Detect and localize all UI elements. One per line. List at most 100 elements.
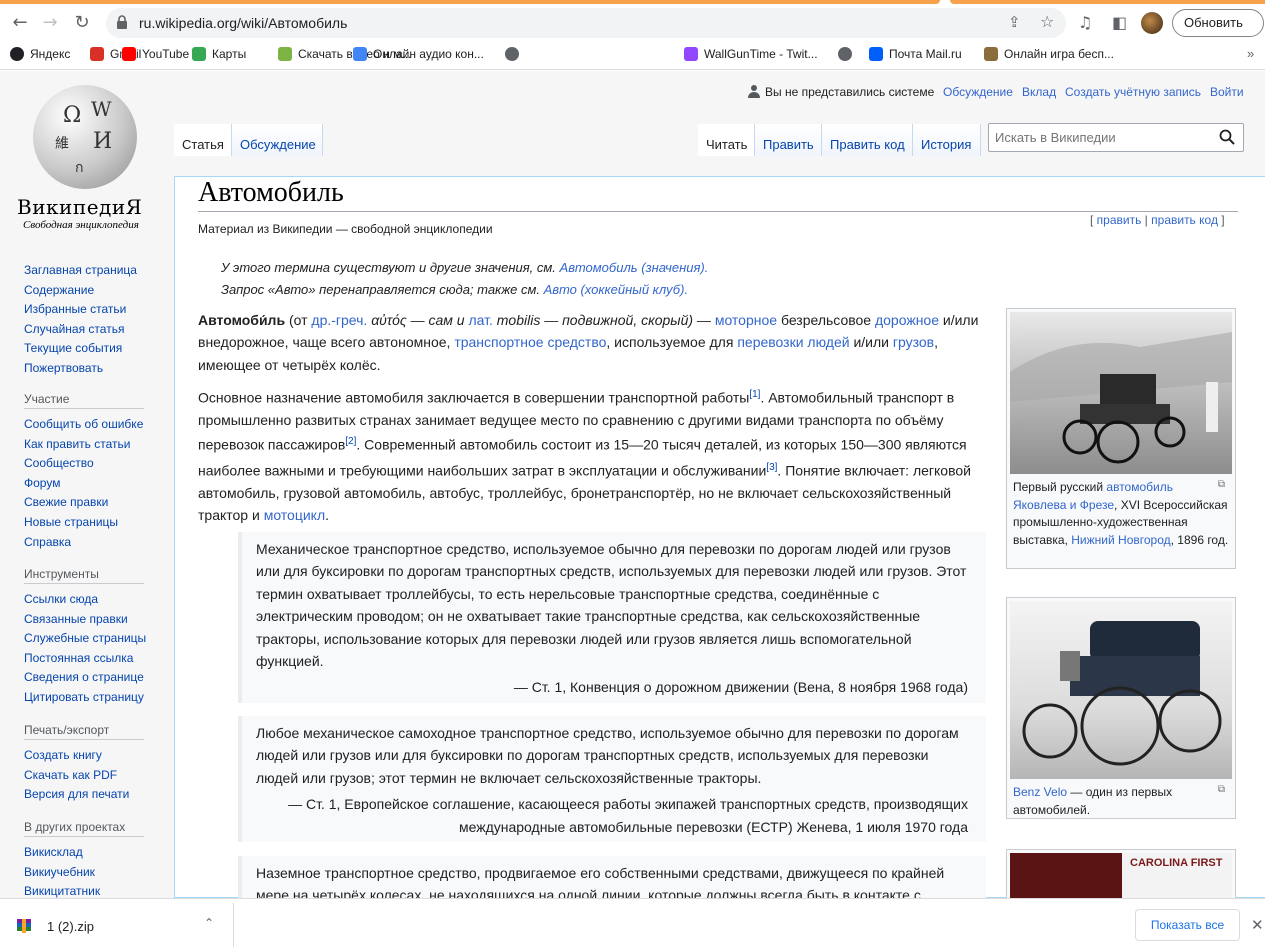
bookmark-youtube[interactable]: YouTube	[122, 47, 189, 61]
sidebar-link[interactable]: Ссылки сюда	[24, 590, 174, 610]
road-link[interactable]: дорожное	[875, 312, 939, 328]
people-transport-link[interactable]: перевозки людей	[737, 334, 849, 350]
profile-avatar[interactable]	[1141, 12, 1163, 34]
sidebar-link[interactable]: Постоянная ссылка	[24, 649, 174, 669]
chevron-up-icon[interactable]: ⌃	[204, 916, 214, 930]
sidebar-link[interactable]: Сведения о странице	[24, 668, 174, 688]
caption-link[interactable]: Нижний Новгород	[1071, 533, 1170, 547]
close-icon[interactable]: ✕	[1251, 916, 1264, 934]
tab-history[interactable]: История	[913, 124, 981, 156]
carolina-first-image[interactable]: CAROLINA FIRST	[1010, 853, 1232, 898]
personal-talk-link[interactable]: Обсуждение	[943, 85, 1013, 99]
user-icon	[748, 85, 760, 98]
mail-icon	[869, 47, 883, 61]
sidebar-tools: Инструменты Ссылки сюда Связанные правки С…	[24, 567, 174, 708]
reference[interactable]: [2]	[345, 436, 356, 447]
enlarge-icon[interactable]: ⧉	[1218, 784, 1225, 795]
transport-link[interactable]: транспортное средство	[454, 334, 606, 350]
bookmark-twitch[interactable]: WallGunTime - Twit...	[684, 47, 818, 61]
login-link[interactable]: Войти	[1210, 85, 1244, 99]
sidebar-link[interactable]: Заглавная страница	[24, 261, 174, 281]
sidebar-link[interactable]: Избранные статьи	[24, 300, 174, 320]
bookmarks-overflow-icon[interactable]: »	[1247, 46, 1254, 61]
sidebar-link[interactable]: Сообщество	[24, 454, 174, 474]
update-button[interactable]: Обновить	[1172, 9, 1264, 37]
twitch-icon	[684, 47, 698, 61]
sidebar-link[interactable]: Связанные правки	[24, 610, 174, 630]
quote-block: Любое механическое самоходное транспортн…	[238, 716, 986, 842]
address-bar[interactable]: ru.wikipedia.org/wiki/Автомобиль ⇪ ☆	[106, 8, 1066, 38]
reload-icon[interactable]: ↻	[70, 11, 94, 35]
bookmark-star-icon[interactable]: ☆	[1040, 12, 1054, 31]
caption-link[interactable]: Benz Velo	[1013, 785, 1067, 799]
tab-read[interactable]: Читать	[698, 124, 755, 156]
search-input[interactable]	[995, 130, 1215, 145]
page-title: Автомобиль	[198, 177, 344, 208]
back-icon[interactable]: ←	[8, 11, 32, 35]
tab-edit[interactable]: Править	[755, 124, 822, 156]
sidebar-link[interactable]: Скачать как PDF	[24, 766, 174, 786]
sidebar-link[interactable]: Викисклад	[24, 843, 174, 863]
wiki-search[interactable]	[988, 123, 1244, 152]
bookmark-globe[interactable]	[838, 47, 858, 61]
search-icon[interactable]	[1219, 129, 1235, 145]
enlarge-icon[interactable]: ⧉	[1218, 479, 1225, 490]
body-paragraph: Основное назначение автомобиля заключает…	[198, 389, 971, 523]
reference[interactable]: [3]	[766, 462, 777, 473]
bookmark-audio[interactable]: Онлайн аудио кон...	[353, 47, 484, 61]
benz-velo-image[interactable]	[1010, 601, 1232, 779]
download-file-name[interactable]: 1 (2).zip	[47, 919, 94, 934]
sidebar-link[interactable]: Цитировать страницу	[24, 688, 174, 708]
yakovlev-freze-car-image[interactable]	[1010, 312, 1232, 474]
sidebar-link[interactable]: Сообщить об ошибке	[24, 415, 174, 435]
sidebar-link[interactable]: Новые страницы	[24, 513, 174, 533]
sidebar-link[interactable]: Создать книгу	[24, 746, 174, 766]
personal-contrib-link[interactable]: Вклад	[1022, 85, 1056, 99]
shelf-divider	[233, 903, 234, 947]
create-account-link[interactable]: Создать учётную запись	[1065, 85, 1201, 99]
media-control-icon[interactable]: ♫	[1078, 13, 1092, 32]
sidebar-link[interactable]: Версия для печати	[24, 785, 174, 805]
sidebar-print: Печать/экспорт Создать книгу Скачать как …	[24, 723, 174, 805]
sidebar-link[interactable]: Викиучебник	[24, 863, 174, 883]
tab-article[interactable]: Статья	[174, 124, 232, 156]
intro-paragraph: Автомоби́ль (от др.-греч. αὐτός — сам и …	[198, 312, 979, 373]
tab-discussion[interactable]: Обсуждение	[232, 124, 323, 156]
share-icon[interactable]: ⇪	[1008, 13, 1021, 31]
tab-edit-code[interactable]: Править код	[822, 124, 913, 156]
hatnote-link[interactable]: Автомобиль (значения).	[560, 260, 709, 275]
greek-link[interactable]: др.-греч.	[311, 312, 367, 328]
show-all-downloads-button[interactable]: Показать все	[1135, 909, 1240, 941]
sidebar-link[interactable]: Справка	[24, 533, 174, 553]
motorcycle-link[interactable]: мотоцикл	[264, 507, 325, 523]
hatnote-link[interactable]: Авто (хоккейный клуб).	[544, 282, 688, 297]
latin-link[interactable]: лат.	[468, 312, 492, 328]
bookmark-maps[interactable]: Карты	[192, 47, 246, 61]
reference[interactable]: [1]	[749, 389, 760, 400]
bookmark-yandex[interactable]: Яндекс	[10, 47, 70, 61]
bookmark-globe[interactable]	[505, 47, 525, 61]
sidebar-link[interactable]: Свежие правки	[24, 493, 174, 513]
sidebar-link[interactable]: Форум	[24, 474, 174, 494]
edit-link[interactable]: править	[1097, 213, 1142, 227]
sidebar-link[interactable]: Текущие события	[24, 339, 174, 359]
globe-icon	[838, 47, 852, 61]
hatnote: У этого термина существуют и другие знач…	[221, 260, 709, 275]
sidebar-link[interactable]: Случайная статья	[24, 320, 174, 340]
sidebar-link[interactable]: Пожертвовать	[24, 359, 174, 379]
not-logged-in-text: Вы не представились системе	[765, 85, 935, 99]
wiki-logo[interactable]: Ω W 維 И ก ВикипедиЯ Свободная энциклопед…	[17, 85, 157, 231]
sidebar-link[interactable]: Как править статьи	[24, 435, 174, 455]
side-panel-icon[interactable]: ◧	[1112, 13, 1127, 32]
sidebar-link[interactable]: Содержание	[24, 281, 174, 301]
yandex-icon	[10, 47, 24, 61]
cargo-link[interactable]: грузов	[893, 334, 934, 350]
forward-icon[interactable]: →	[38, 11, 62, 35]
edit-code-link[interactable]: править код	[1151, 213, 1218, 227]
sidebar-link[interactable]: Служебные страницы	[24, 629, 174, 649]
motor-link[interactable]: моторное	[715, 312, 777, 328]
bookmark-game[interactable]: Онлайн игра бесп...	[984, 47, 1114, 61]
sidebar-heading: Печать/экспорт	[24, 723, 144, 740]
bookmark-mail[interactable]: Почта Mail.ru	[869, 47, 962, 61]
sidebar-link[interactable]: Викицитатник	[24, 882, 174, 898]
